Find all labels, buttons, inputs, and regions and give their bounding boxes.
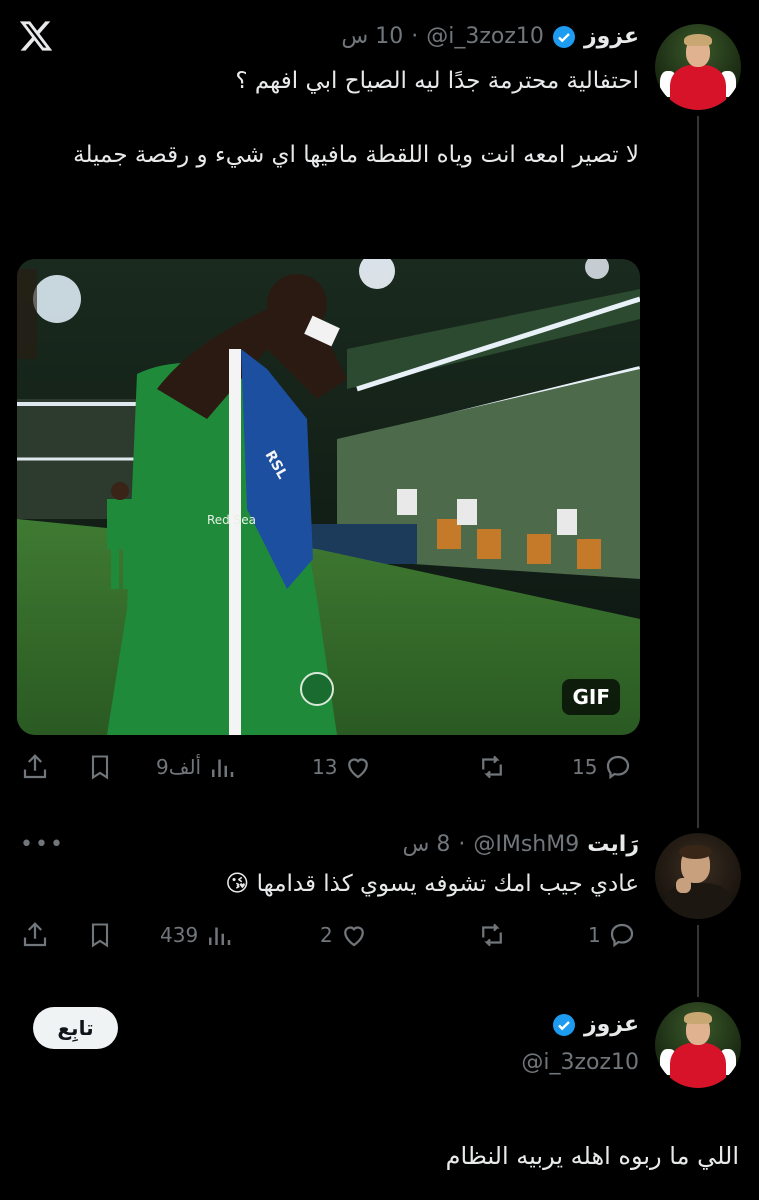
timestamp[interactable]: 10 س — [341, 24, 403, 49]
display-name[interactable]: رَايت — [587, 832, 639, 857]
repost-button[interactable] — [476, 752, 508, 782]
tweet-text-line2: لا تصير امعه انت وياه اللقطة مافيها اي ش… — [73, 142, 639, 168]
share-button[interactable] — [20, 920, 50, 950]
handle[interactable]: @i_3zoz10 — [426, 24, 544, 49]
like-count: 2 — [320, 923, 333, 947]
reply-count: 15 — [572, 755, 598, 779]
views-button[interactable]: 9ألف — [156, 752, 237, 782]
bookmark-icon — [91, 755, 109, 780]
tweet-text-line1: احتفالية محترمة جدًا ليه الصياح ابي افهم… — [235, 68, 639, 94]
share-icon — [23, 754, 47, 779]
gif-frame-image: RSL Red Sea — [17, 259, 640, 735]
tweet-text: عادي جيب امك تشوفه يسوي كذا قدامها 😘 — [225, 871, 639, 897]
thread-line — [697, 925, 699, 997]
tweet-header: رَايت @IMshM9 · 8 س — [403, 832, 639, 857]
heart-icon — [339, 920, 369, 950]
display-name[interactable]: عزوز — [584, 1012, 639, 1037]
bookmark-icon — [91, 923, 109, 948]
reply-icon — [603, 752, 633, 782]
verified-badge-icon — [552, 25, 576, 49]
thread-line — [697, 116, 699, 828]
reply-button[interactable]: 1 — [588, 920, 637, 950]
display-name[interactable]: عزوز — [584, 24, 639, 49]
views-button[interactable]: 439 — [160, 920, 234, 950]
heart-icon — [343, 752, 373, 782]
tweet-text: اللي ما ربوه اهله يربيه النظام — [445, 1142, 739, 1170]
handle[interactable]: @i_3zoz10 — [521, 1050, 639, 1075]
reply-icon — [607, 920, 637, 950]
like-button[interactable]: 2 — [320, 920, 369, 950]
repost-icon — [476, 752, 508, 782]
gif-badge: GIF — [562, 679, 620, 715]
tweet-text: احتفالية محترمة جدًا ليه الصياح ابي افهم… — [49, 63, 639, 174]
bookmark-button[interactable] — [86, 752, 114, 782]
like-button[interactable]: 13 — [312, 752, 373, 782]
separator: · — [411, 24, 419, 49]
separator: · — [458, 832, 466, 857]
verified-badge-icon — [552, 1013, 576, 1037]
tweet-header: عزوز @i_3zoz10 · 10 س — [341, 24, 639, 49]
timestamp[interactable]: 8 س — [403, 832, 451, 857]
reply-button[interactable]: 15 — [572, 752, 633, 782]
repost-icon — [476, 920, 508, 950]
avatar[interactable] — [655, 24, 741, 110]
like-count: 13 — [312, 755, 338, 779]
reply-count: 1 — [588, 923, 601, 947]
more-options-icon[interactable]: ••• — [20, 832, 65, 857]
share-icon — [23, 922, 47, 947]
tweet-media-gif[interactable]: RSL Red Sea GIF — [17, 259, 640, 735]
share-button[interactable] — [20, 752, 50, 782]
author-name-row: عزوز — [552, 1012, 639, 1037]
avatar[interactable] — [655, 1002, 741, 1088]
views-count: 439 — [160, 923, 199, 947]
x-logo-icon[interactable] — [18, 18, 54, 54]
bookmark-button[interactable] — [86, 920, 114, 950]
analytics-icon — [207, 752, 237, 782]
svg-text:Red Sea: Red Sea — [207, 513, 256, 527]
handle[interactable]: @IMshM9 — [473, 832, 579, 857]
analytics-icon — [204, 920, 234, 950]
avatar[interactable] — [655, 833, 741, 919]
repost-button[interactable] — [476, 920, 508, 950]
views-count: 9ألف — [156, 755, 202, 779]
follow-button[interactable]: تابِع — [33, 1007, 118, 1049]
